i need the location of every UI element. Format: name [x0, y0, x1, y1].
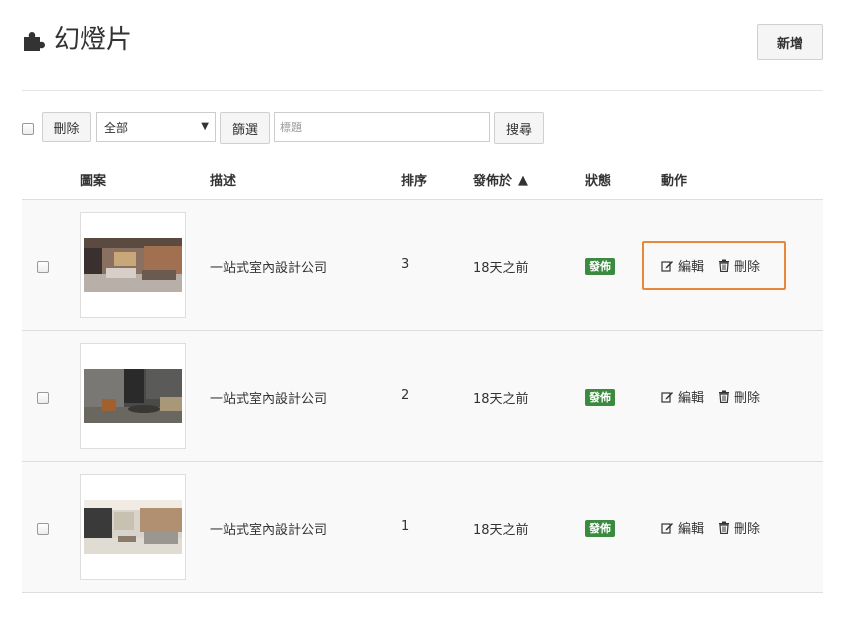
slide-published: 18天之前 [473, 523, 529, 538]
row-actions: 編輯 刪除 [661, 518, 760, 537]
column-order[interactable]: 排序 [401, 170, 427, 189]
slide-description: 一站式室內設計公司 [210, 392, 328, 407]
add-button[interactable]: 新增 [757, 24, 823, 60]
slide-order: 3 [401, 257, 410, 272]
page-header: 幻燈片 新增 [22, 22, 823, 62]
slide-description: 一站式室內設計公司 [210, 261, 328, 276]
caret-down-icon: ▼ [201, 121, 209, 132]
slide-order: 2 [401, 388, 410, 403]
slide-description: 一站式室內設計公司 [210, 523, 328, 538]
delete-label: 刪除 [734, 522, 761, 537]
row-checkbox[interactable] [37, 523, 49, 535]
edit-link[interactable]: 編輯 [661, 256, 704, 275]
row-checkbox[interactable] [37, 261, 49, 273]
page-title: 幻燈片 [54, 25, 133, 55]
table-row: 一站式室內設計公司 2 18天之前 發佈 編輯 刪除 [22, 331, 823, 462]
trash-icon [719, 390, 730, 403]
column-image[interactable]: 圖案 [80, 170, 106, 189]
slide-image [84, 238, 182, 292]
select-all-checkbox[interactable] [22, 123, 34, 135]
column-desc[interactable]: 描述 [210, 170, 236, 189]
trash-icon [719, 521, 730, 534]
delete-label: 刪除 [734, 391, 761, 406]
slide-published: 18天之前 [473, 261, 529, 276]
sort-up-icon: ▲ [518, 173, 529, 188]
status-filter-value: 全部 [104, 120, 129, 135]
delete-label: 刪除 [734, 260, 761, 275]
puzzle-icon [24, 32, 45, 51]
status-badge: 發佈 [585, 389, 615, 406]
delete-link[interactable]: 刪除 [718, 387, 760, 406]
edit-link[interactable]: 編輯 [661, 387, 704, 406]
table-row: 一站式室內設計公司 3 18天之前 發佈 編輯 刪除 [22, 200, 823, 331]
edit-label: 編輯 [678, 260, 705, 275]
edit-icon [661, 261, 673, 272]
column-published-label: 發佈於 [473, 174, 513, 189]
slide-published: 18天之前 [473, 392, 529, 407]
status-filter-select[interactable]: 全部 ▼ [96, 112, 216, 142]
column-actions: 動作 [661, 174, 688, 189]
status-badge: 發佈 [585, 258, 615, 275]
table-row: 一站式室內設計公司 1 18天之前 發佈 編輯 刪除 [22, 462, 823, 593]
slide-image [84, 500, 182, 554]
row-actions: 編輯 刪除 [661, 387, 760, 406]
toolbar: 刪除 全部 ▼ 篩選 標題 搜尋 [22, 112, 823, 144]
column-published[interactable]: 發佈於 ▲ [473, 170, 528, 189]
title-group: 幻燈片 [22, 24, 132, 56]
status-badge: 發佈 [585, 520, 615, 537]
header-divider [22, 90, 823, 91]
slide-thumbnail [80, 212, 186, 318]
filter-button[interactable]: 篩選 [220, 112, 270, 144]
search-button[interactable]: 搜尋 [494, 112, 544, 144]
slide-thumbnail [80, 474, 186, 580]
row-actions: 編輯 刪除 [661, 256, 760, 275]
search-placeholder: 標題 [280, 121, 302, 134]
edit-icon [661, 523, 673, 534]
trash-icon [719, 259, 730, 272]
edit-icon [661, 392, 673, 403]
slide-image [84, 369, 182, 423]
bulk-delete-button[interactable]: 刪除 [42, 112, 91, 142]
slide-thumbnail [80, 343, 186, 449]
search-input[interactable]: 標題 [274, 112, 490, 142]
slide-order: 1 [401, 519, 410, 534]
delete-link[interactable]: 刪除 [718, 256, 760, 275]
edit-label: 編輯 [678, 522, 705, 537]
column-status[interactable]: 狀態 [585, 170, 611, 189]
row-checkbox[interactable] [37, 392, 49, 404]
edit-label: 編輯 [678, 391, 705, 406]
table-header: 圖案 描述 排序 發佈於 ▲ 狀態 動作 [22, 160, 823, 200]
delete-link[interactable]: 刪除 [718, 518, 760, 537]
edit-link[interactable]: 編輯 [661, 518, 704, 537]
